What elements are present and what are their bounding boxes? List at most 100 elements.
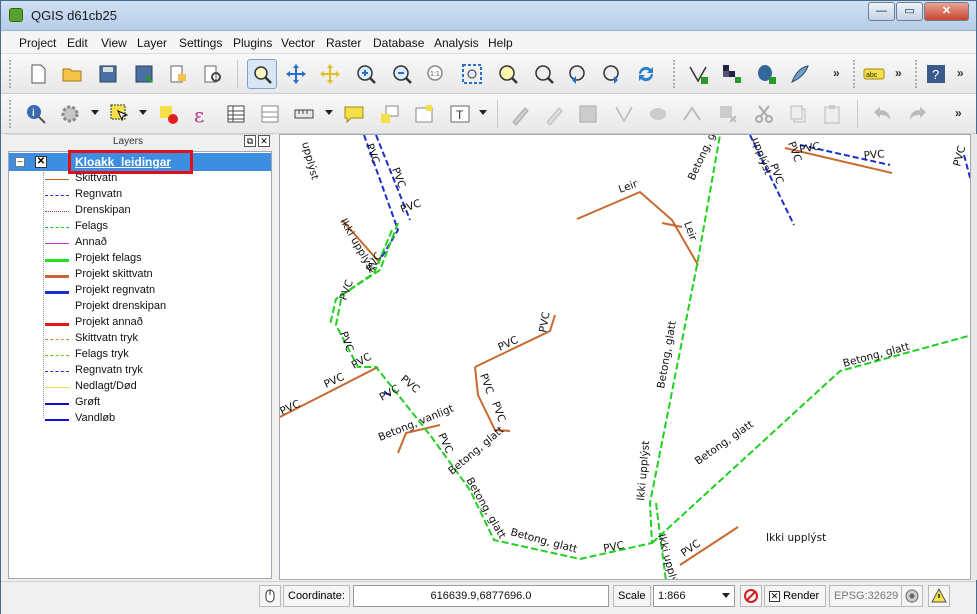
legend-item[interactable]: Vandløb [45,412,265,428]
refresh-button[interactable] [631,59,661,89]
cut-features-button[interactable] [749,99,779,129]
toggle-editing-button[interactable] [539,99,569,129]
chevron-down-icon[interactable] [139,110,147,115]
zoom-to-selection-button[interactable] [493,59,523,89]
composer-manager-button[interactable] [197,59,227,89]
open-attribute-table-button[interactable] [221,99,251,129]
map-tips-button[interactable] [339,99,369,129]
more-tools-chevron[interactable]: » [955,106,962,120]
chevron-down-icon[interactable] [325,110,333,115]
legend-item[interactable]: Drenskipan [45,204,265,220]
legend-item[interactable]: Felags tryk [45,348,265,364]
close-button[interactable]: ✕ [924,2,969,21]
delete-selected-button[interactable] [713,99,743,129]
chevron-down-icon[interactable] [479,110,487,115]
pan-selection-yellow-button[interactable] [315,59,345,89]
legend-item[interactable]: Projekt skittvatn [45,268,265,284]
move-feature-button[interactable] [643,99,673,129]
map-canvas[interactable]: upplýst PVC PVC PVC Ikki upplýst PVC PVC… [279,134,971,580]
legend-item[interactable]: Skittvatn [45,172,265,188]
projection-globe-button[interactable] [901,585,923,607]
label-tool-button[interactable]: abc [859,59,889,89]
legend-item[interactable]: Skittvatn tryk [45,332,265,348]
more-tools-chevron[interactable]: » [957,66,964,80]
stop-render-button[interactable] [740,585,762,607]
menu-edit[interactable]: Edit [67,36,88,50]
open-project-button[interactable] [57,59,87,89]
menu-settings[interactable]: Settings [179,36,222,50]
maximize-button[interactable]: ▭ [896,2,923,21]
select-features-button[interactable] [105,99,135,129]
chevron-down-icon[interactable] [722,593,730,598]
toolbar-grip[interactable] [9,100,13,128]
add-spatialite-layer-button[interactable] [785,59,815,89]
copy-features-button[interactable] [783,99,813,129]
legend-item[interactable]: Regnvatn [45,188,265,204]
scale-combobox[interactable]: 1:866 [653,585,735,607]
zoom-actual-size-button[interactable]: 1:1 [421,59,451,89]
sewer-pipe[interactable] [661,222,683,228]
menu-help[interactable]: Help [488,36,513,50]
new-print-composer-button[interactable] [163,59,193,89]
collapse-toggle[interactable]: – [15,157,25,167]
legend-item[interactable]: Projekt annað [45,316,265,332]
legend-item[interactable]: Projekt regnvatn [45,284,265,300]
zoom-last-button[interactable] [563,59,593,89]
new-project-button[interactable] [23,59,53,89]
zoom-to-layer-button[interactable] [529,59,559,89]
paste-features-button[interactable] [817,99,847,129]
new-vector-layer-button[interactable] [683,59,713,89]
select-by-expression-button[interactable]: ε [187,99,217,129]
legend-item[interactable]: Grøft [45,396,265,412]
zoom-next-button[interactable] [597,59,627,89]
identify-button[interactable]: i [21,99,51,129]
current-edits-button[interactable] [505,99,535,129]
zoom-out-button[interactable] [387,59,417,89]
menu-analysis[interactable]: Analysis [434,36,479,50]
deselect-all-button[interactable] [153,99,183,129]
text-annotation-button[interactable]: T [445,99,475,129]
legend-item[interactable]: Projekt felags [45,252,265,268]
pan-to-selection-button[interactable] [281,59,311,89]
legend-item[interactable]: Regnvatn tryk [45,364,265,380]
pan-map-button[interactable] [247,59,277,89]
crs-status[interactable]: EPSG:32629 [829,585,904,607]
messages-button[interactable] [928,585,950,607]
layer-group-row[interactable]: – ✕ Kloakk_leidingar [9,150,271,174]
menu-raster[interactable]: Raster [326,36,361,50]
render-checkbox[interactable]: ✕ [769,590,780,602]
help-button[interactable]: ? [921,59,951,89]
more-tools-chevron[interactable]: » [833,66,840,80]
legend-item[interactable]: Nedlagt/Død [45,380,265,396]
render-toggle[interactable]: ✕ Render [764,585,826,607]
zoom-full-button[interactable] [457,59,487,89]
minimize-button[interactable]: — [868,2,895,21]
sewer-pipe[interactable] [576,190,699,266]
toolbar-grip[interactable] [673,60,677,88]
legend-item[interactable]: Projekt drenskipan [45,300,265,316]
float-panel-button[interactable]: ⧉ [244,135,256,147]
coordinate-field[interactable]: 616639.9,6877696.0 [353,585,609,607]
menu-view[interactable]: View [101,36,127,50]
legend-item[interactable]: Annað [45,236,265,252]
redo-button[interactable] [903,99,933,129]
toolbar-grip[interactable] [9,60,13,88]
menu-database[interactable]: Database [373,36,424,50]
statistics-button[interactable] [255,99,285,129]
layer-visibility-checkbox[interactable]: ✕ [35,156,47,168]
node-tool-button[interactable] [677,99,707,129]
show-bookmarks-button[interactable] [409,99,439,129]
zoom-in-button[interactable] [351,59,381,89]
menu-plugins[interactable]: Plugins [233,36,272,50]
toolbar-grip[interactable] [915,60,919,88]
save-as-button[interactable] [129,59,159,89]
menu-layer[interactable]: Layer [137,36,167,50]
add-feature-button[interactable] [609,99,639,129]
run-action-button[interactable] [55,99,85,129]
measure-line-button[interactable] [289,99,319,129]
shared-pipe[interactable] [651,334,971,544]
toolbar-grip[interactable] [853,60,857,88]
map-drawing[interactable]: upplýst PVC PVC PVC Ikki upplýst PVC PVC… [280,135,971,580]
undo-button[interactable] [867,99,897,129]
new-bookmark-button[interactable] [375,99,405,129]
